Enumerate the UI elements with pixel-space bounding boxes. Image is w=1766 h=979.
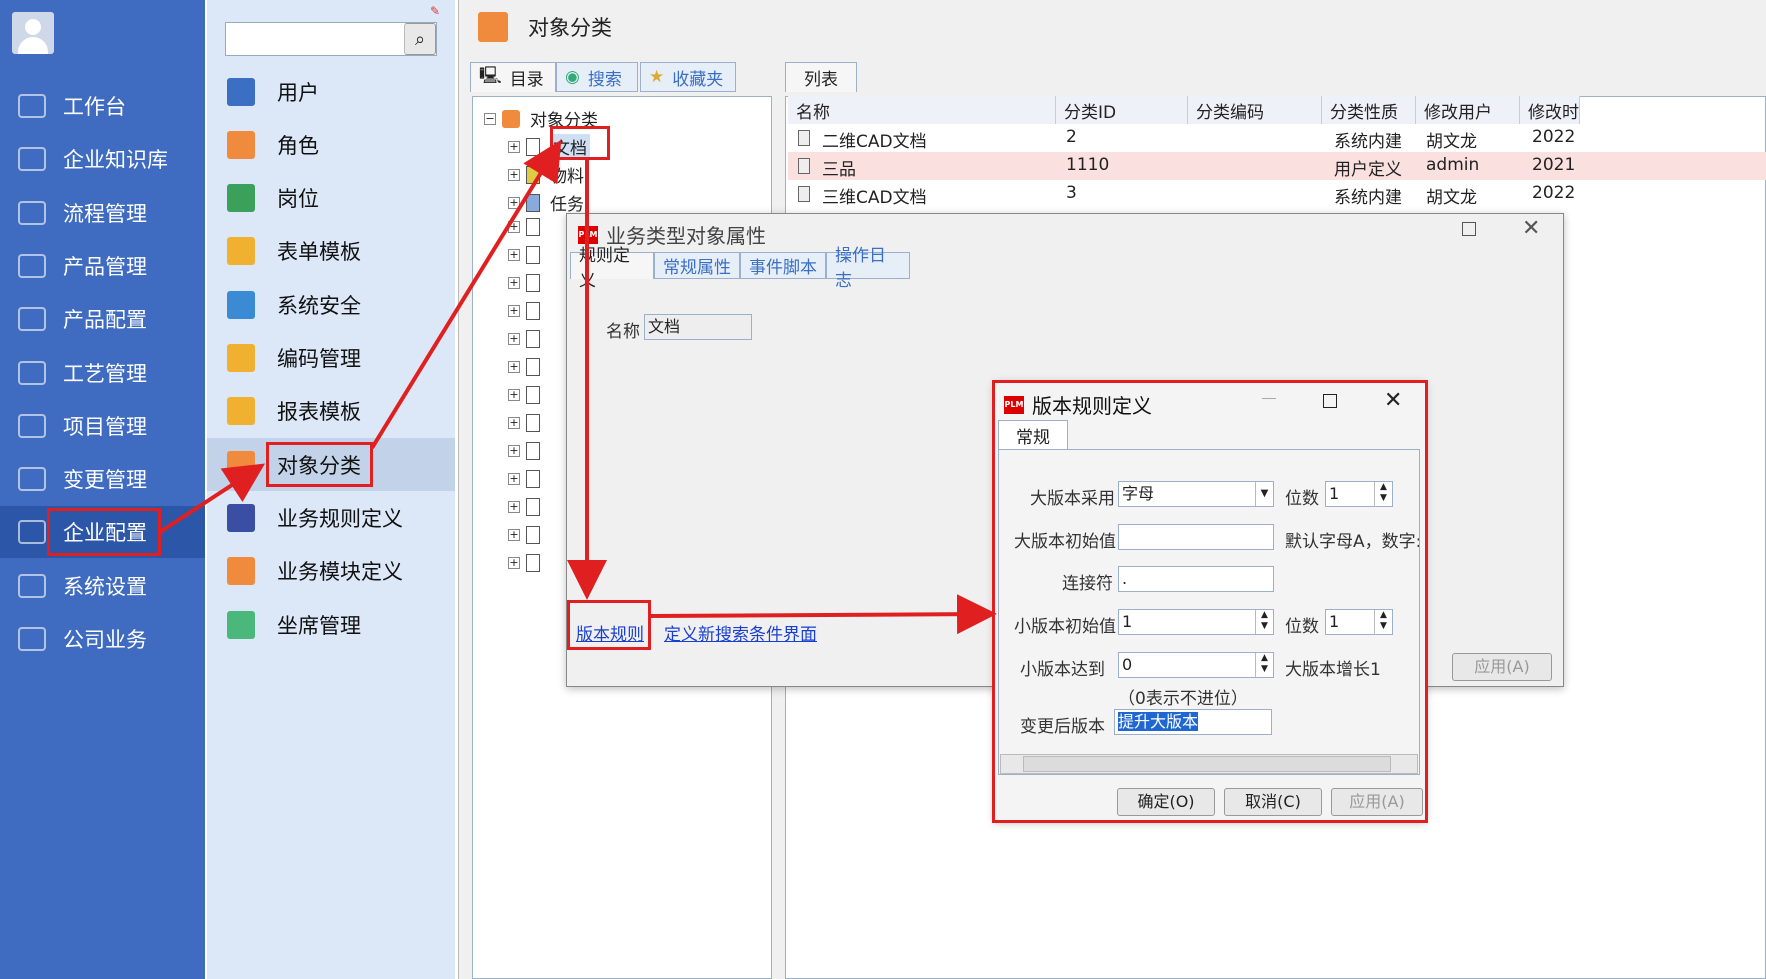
annotation-arrows: [158, 139, 997, 635]
arrow-link-to-dialog: [650, 594, 997, 635]
arrow-sub-to-tree: [370, 139, 562, 450]
arrow-nav-to-sub: [158, 463, 266, 534]
